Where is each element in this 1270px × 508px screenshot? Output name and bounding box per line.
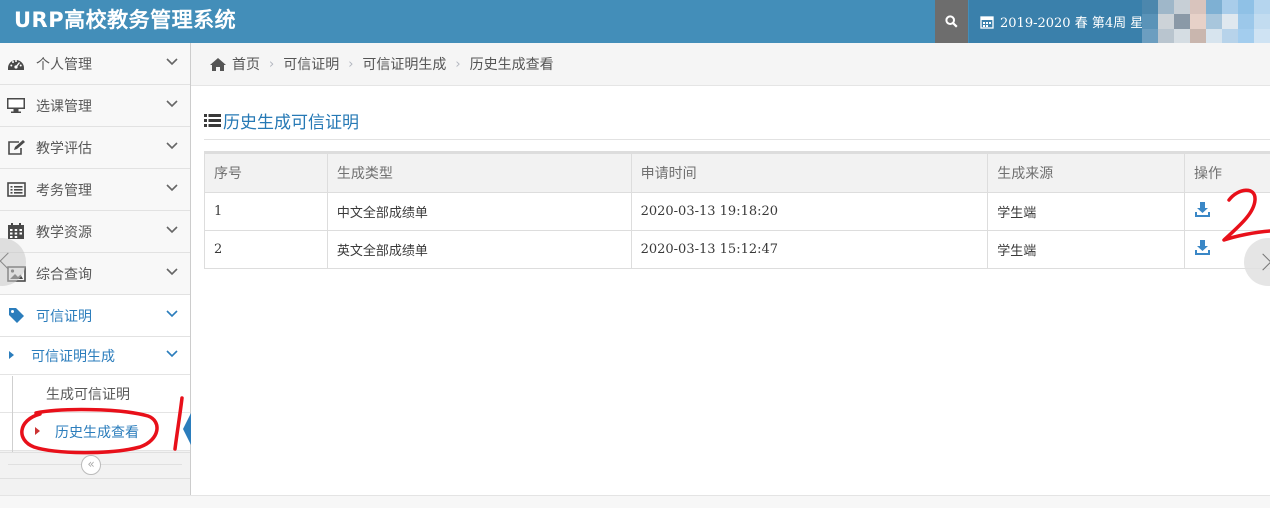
sidebar-subitem-label: 历史生成查看 xyxy=(55,424,139,441)
chevron-down-icon xyxy=(166,310,178,318)
sidebar-item-personal[interactable]: 个人管理 xyxy=(0,43,190,85)
active-item-pointer xyxy=(183,413,191,445)
column-header-source: 生成来源 xyxy=(987,151,1186,193)
page-footer-edge xyxy=(0,495,1270,508)
caret-right-icon xyxy=(35,427,40,435)
sidebar-item-label: 个人管理 xyxy=(36,56,92,73)
column-header-index: 序号 xyxy=(204,151,328,193)
dashboard-icon xyxy=(6,55,26,73)
sidebar: 个人管理 选课管理 教学评估 考务管理 教学资源 综合查询 可信证明 可信证明生… xyxy=(0,43,191,508)
app-brand[interactable]: URP高校教务管理系统 xyxy=(14,0,236,43)
user-avatar-blurred[interactable] xyxy=(1142,0,1270,43)
list-icon xyxy=(204,113,221,128)
column-header-action: 操作 xyxy=(1184,151,1270,193)
cell-time: 2020-03-13 15:12:47 xyxy=(630,230,989,269)
calendar-icon xyxy=(980,15,994,29)
download-icon[interactable] xyxy=(1194,239,1211,256)
cell-type: 中文全部成绩单 xyxy=(326,192,632,231)
cell-source: 学生端 xyxy=(987,230,1186,269)
sidebar-subitem-label: 生成可信证明 xyxy=(46,386,130,403)
chevron-down-icon xyxy=(166,226,178,234)
sidebar-subitem-certificate-generation[interactable]: 可信证明生成 xyxy=(0,337,190,375)
sidebar-subitem-generate-certificate[interactable]: 生成可信证明 xyxy=(0,375,190,413)
chevron-down-icon xyxy=(166,184,178,192)
breadcrumb-label: 首页 xyxy=(232,57,260,73)
sidebar-subitem-label: 可信证明生成 xyxy=(31,348,115,365)
sidebar-item-teaching-evaluation[interactable]: 教学评估 xyxy=(0,127,190,169)
calendar-icon xyxy=(6,223,26,241)
sidebar-item-label: 教学资源 xyxy=(36,224,92,241)
monitor-icon xyxy=(6,97,26,115)
sidebar-item-comprehensive-query[interactable]: 综合查询 xyxy=(0,253,190,295)
table-header-row: 序号 生成类型 申请时间 生成来源 操作 xyxy=(204,151,1270,193)
sidebar-item-exam-affairs[interactable]: 考务管理 xyxy=(0,169,190,211)
sidebar-subitem-history-view[interactable]: 历史生成查看 xyxy=(0,413,190,451)
cell-action xyxy=(1184,192,1270,231)
chevron-down-icon xyxy=(166,350,178,358)
sidebar-item-trusted-certificate[interactable]: 可信证明 xyxy=(0,295,190,337)
page-title-text: 历史生成可信证明 xyxy=(223,112,359,133)
cell-type: 英文全部成绩单 xyxy=(326,230,632,269)
breadcrumb-home[interactable]: 首页 xyxy=(209,54,260,74)
breadcrumb-separator-icon: › xyxy=(348,56,354,72)
tag-icon xyxy=(6,307,26,325)
breadcrumb: 首页 › 可信证明 › 可信证明生成 › 历史生成查看 xyxy=(191,43,1270,86)
home-icon xyxy=(209,57,227,72)
cell-index: 1 xyxy=(204,192,328,231)
list-alt-icon xyxy=(6,181,26,199)
table-row: 1 中文全部成绩单 2020-03-13 19:18:20 学生端 xyxy=(204,192,1270,231)
search-icon xyxy=(945,15,958,28)
cell-index: 2 xyxy=(204,230,328,269)
sidebar-item-label: 综合查询 xyxy=(36,266,92,283)
chevron-down-icon xyxy=(166,268,178,276)
download-icon[interactable] xyxy=(1194,201,1211,218)
cell-time: 2020-03-13 19:18:20 xyxy=(630,192,989,231)
edit-icon xyxy=(6,139,26,157)
sidebar-item-label: 教学评估 xyxy=(36,140,92,157)
sidebar-item-course-selection[interactable]: 选课管理 xyxy=(0,85,190,127)
divider xyxy=(204,139,1270,140)
chevron-down-icon xyxy=(166,142,178,150)
caret-right-icon xyxy=(9,351,14,359)
chevron-down-icon xyxy=(166,100,178,108)
sidebar-item-teaching-resources[interactable]: 教学资源 xyxy=(0,211,190,253)
table-row: 2 英文全部成绩单 2020-03-13 15:12:47 学生端 xyxy=(204,230,1270,269)
breadcrumb-item: 历史生成查看 xyxy=(469,57,554,73)
top-navbar: URP高校教务管理系统 2019-2020 春 第4周 星期一 xyxy=(0,0,1270,43)
breadcrumb-separator-icon: › xyxy=(455,56,461,72)
sidebar-item-label: 可信证明 xyxy=(36,308,92,325)
breadcrumb-separator-icon: › xyxy=(269,56,275,72)
breadcrumb-item[interactable]: 可信证明 xyxy=(283,54,339,74)
search-button[interactable] xyxy=(935,0,968,43)
column-header-time: 申请时间 xyxy=(630,151,989,193)
tree-line xyxy=(12,376,13,452)
page-title: 历史生成可信证明 xyxy=(204,108,359,133)
cell-source: 学生端 xyxy=(987,192,1186,231)
double-chevron-left-icon[interactable]: « xyxy=(81,455,101,475)
sidebar-item-label: 考务管理 xyxy=(36,182,92,199)
column-header-type: 生成类型 xyxy=(326,151,632,193)
divider xyxy=(0,478,190,479)
sidebar-item-label: 选课管理 xyxy=(36,98,92,115)
history-table: 序号 生成类型 申请时间 生成来源 操作 1 中文全部成绩单 2020-03-1… xyxy=(204,151,1270,269)
chevron-down-icon xyxy=(166,58,178,66)
breadcrumb-item[interactable]: 可信证明生成 xyxy=(362,54,446,74)
sidebar-collapse-bar: « xyxy=(0,452,190,476)
